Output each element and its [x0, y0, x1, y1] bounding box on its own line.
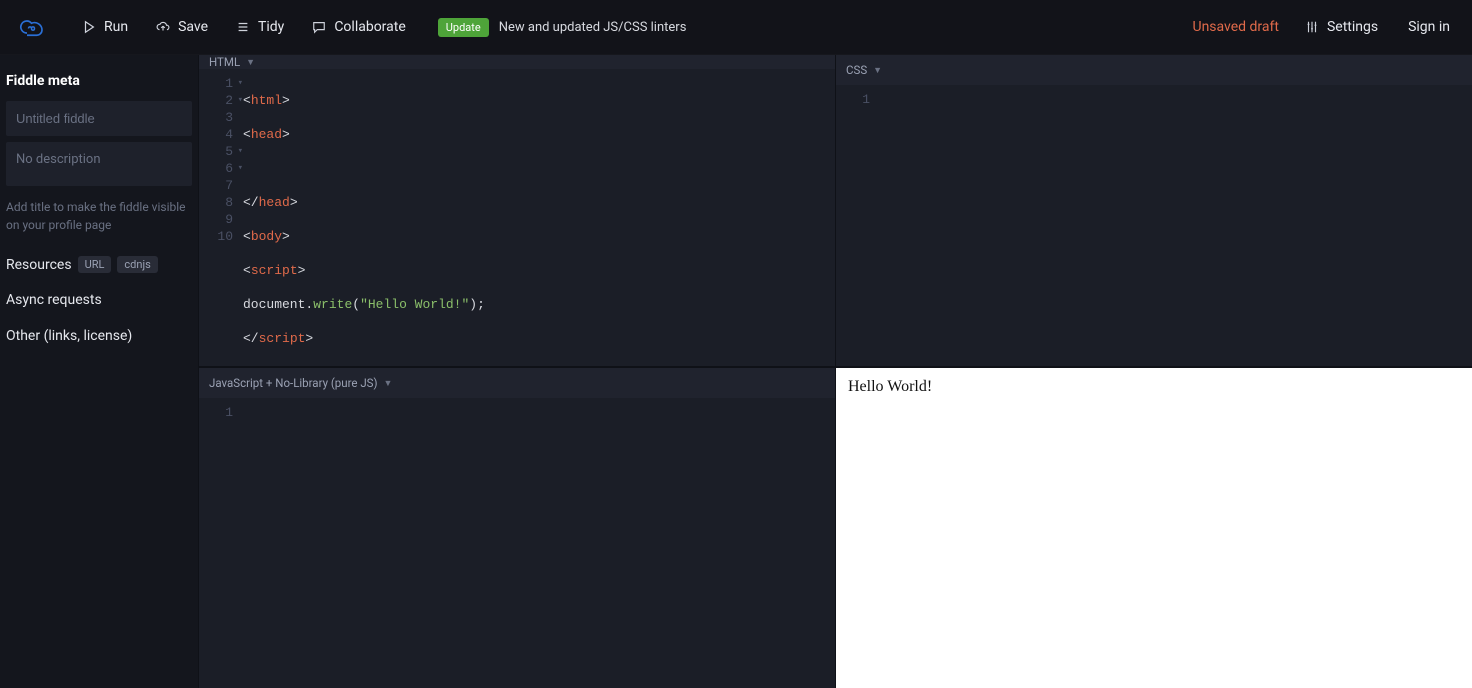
css-editor[interactable]: 1: [836, 85, 1472, 366]
collaborate-label: Collaborate: [334, 19, 405, 35]
settings-label: Settings: [1327, 19, 1378, 35]
fiddle-meta-heading[interactable]: Fiddle meta: [6, 69, 192, 95]
resources-section[interactable]: Resources URL cdnjs: [6, 250, 192, 279]
cloud-upload-icon: [156, 20, 170, 34]
run-label: Run: [104, 19, 128, 35]
tidy-button[interactable]: Tidy: [226, 13, 294, 41]
resources-label: Resources: [6, 257, 72, 273]
css-pane: CSS ▼ 1: [835, 55, 1472, 366]
resources-pill-cdnjs[interactable]: cdnjs: [117, 256, 157, 273]
other-section[interactable]: Other (links, license): [6, 321, 192, 351]
save-button[interactable]: Save: [146, 13, 218, 41]
play-icon: [82, 20, 96, 34]
settings-button[interactable]: Settings: [1295, 13, 1388, 41]
chat-icon: [312, 20, 326, 34]
result-text: Hello World!: [848, 378, 932, 395]
html-pane-title[interactable]: HTML ▼: [209, 55, 255, 69]
fiddle-description-input[interactable]: [6, 142, 192, 186]
chevron-down-icon: ▼: [384, 378, 393, 389]
logo-icon[interactable]: [18, 12, 48, 42]
tidy-label: Tidy: [258, 19, 284, 35]
run-button[interactable]: Run: [72, 13, 138, 41]
update-badge[interactable]: Update: [438, 18, 489, 37]
async-requests-section[interactable]: Async requests: [6, 285, 192, 315]
signin-button[interactable]: Sign in: [1400, 13, 1458, 41]
resources-pill-url[interactable]: URL: [78, 256, 112, 273]
unsaved-draft-label: Unsaved draft: [1192, 19, 1278, 35]
top-navbar: Run Save Tidy Collaborate Update New and…: [0, 0, 1472, 55]
fiddle-title-input[interactable]: [6, 101, 192, 136]
editor-grid: HTML ▼ 1 2 3 4 5 6 7 8 9 10: [198, 55, 1472, 688]
save-label: Save: [178, 19, 208, 35]
css-gutter: 1: [836, 91, 880, 366]
html-pane: HTML ▼ 1 2 3 4 5 6 7 8 9 10: [198, 55, 835, 366]
list-icon: [236, 20, 250, 34]
js-gutter: 1: [199, 404, 243, 688]
collaborate-button[interactable]: Collaborate: [302, 13, 415, 41]
sidebar: Fiddle meta Add title to make the fiddle…: [0, 55, 198, 688]
js-pane: JavaScript + No-Library (pure JS) ▼ 1: [198, 366, 835, 688]
result-output: Hello World!: [836, 368, 1472, 406]
chevron-down-icon: ▼: [873, 65, 882, 76]
css-pane-title[interactable]: CSS ▼: [846, 63, 882, 77]
js-code[interactable]: [243, 404, 835, 688]
fiddle-meta-hint: Add title to make the fiddle visible on …: [6, 192, 192, 244]
result-pane: Hello World!: [835, 366, 1472, 688]
sliders-icon: [1305, 20, 1319, 34]
css-code[interactable]: [880, 91, 1472, 366]
js-editor[interactable]: 1: [199, 398, 835, 688]
update-text[interactable]: New and updated JS/CSS linters: [499, 20, 687, 35]
chevron-down-icon: ▼: [246, 57, 255, 68]
js-pane-title[interactable]: JavaScript + No-Library (pure JS) ▼: [209, 376, 392, 390]
